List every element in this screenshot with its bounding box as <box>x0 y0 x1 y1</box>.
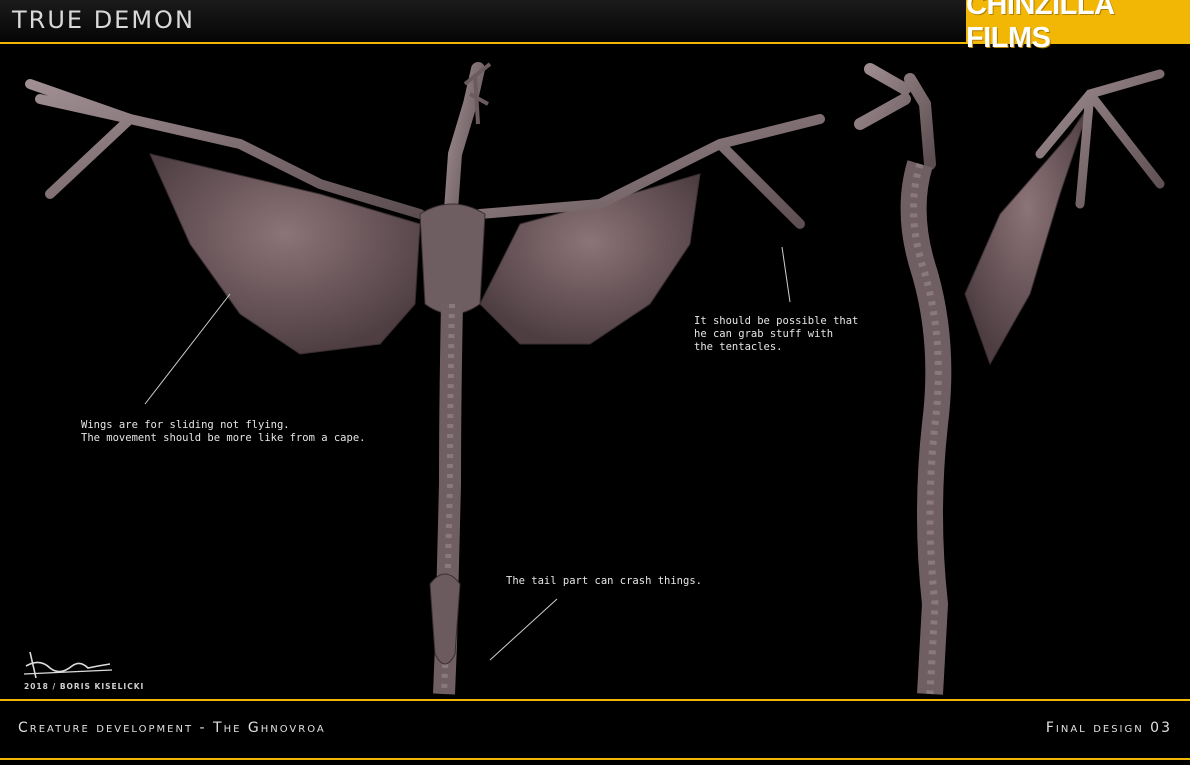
footer-divider-top <box>0 699 1190 701</box>
signature-caption: 2018 / BORIS KISELICKI <box>24 682 145 691</box>
tail-pointer-line <box>489 598 558 661</box>
footer-project-label: Creature development - The Ghnovroa <box>18 720 326 736</box>
creature-artwork <box>25 62 1165 695</box>
footer-version-label: Final design 03 <box>1045 720 1172 736</box>
wings-pointer-line <box>144 293 231 405</box>
artist-signature: 2018 / BORIS KISELICKI <box>20 648 170 693</box>
signature-mark <box>23 651 113 679</box>
creature-side-view <box>854 63 1165 695</box>
creature-front-view <box>25 62 825 695</box>
tentacles-note: It should be possible that he can grab s… <box>694 315 859 353</box>
page-title: TRUE DEMON <box>12 6 195 34</box>
wings-note: Wings are for sliding not flying. The mo… <box>81 419 366 444</box>
tentacles-pointer-line <box>781 246 791 303</box>
brand-logo: CHINZILLA FILMS <box>966 0 1190 54</box>
tail-note: The tail part can crash things. <box>506 575 702 587</box>
footer-divider-bottom <box>0 758 1190 760</box>
